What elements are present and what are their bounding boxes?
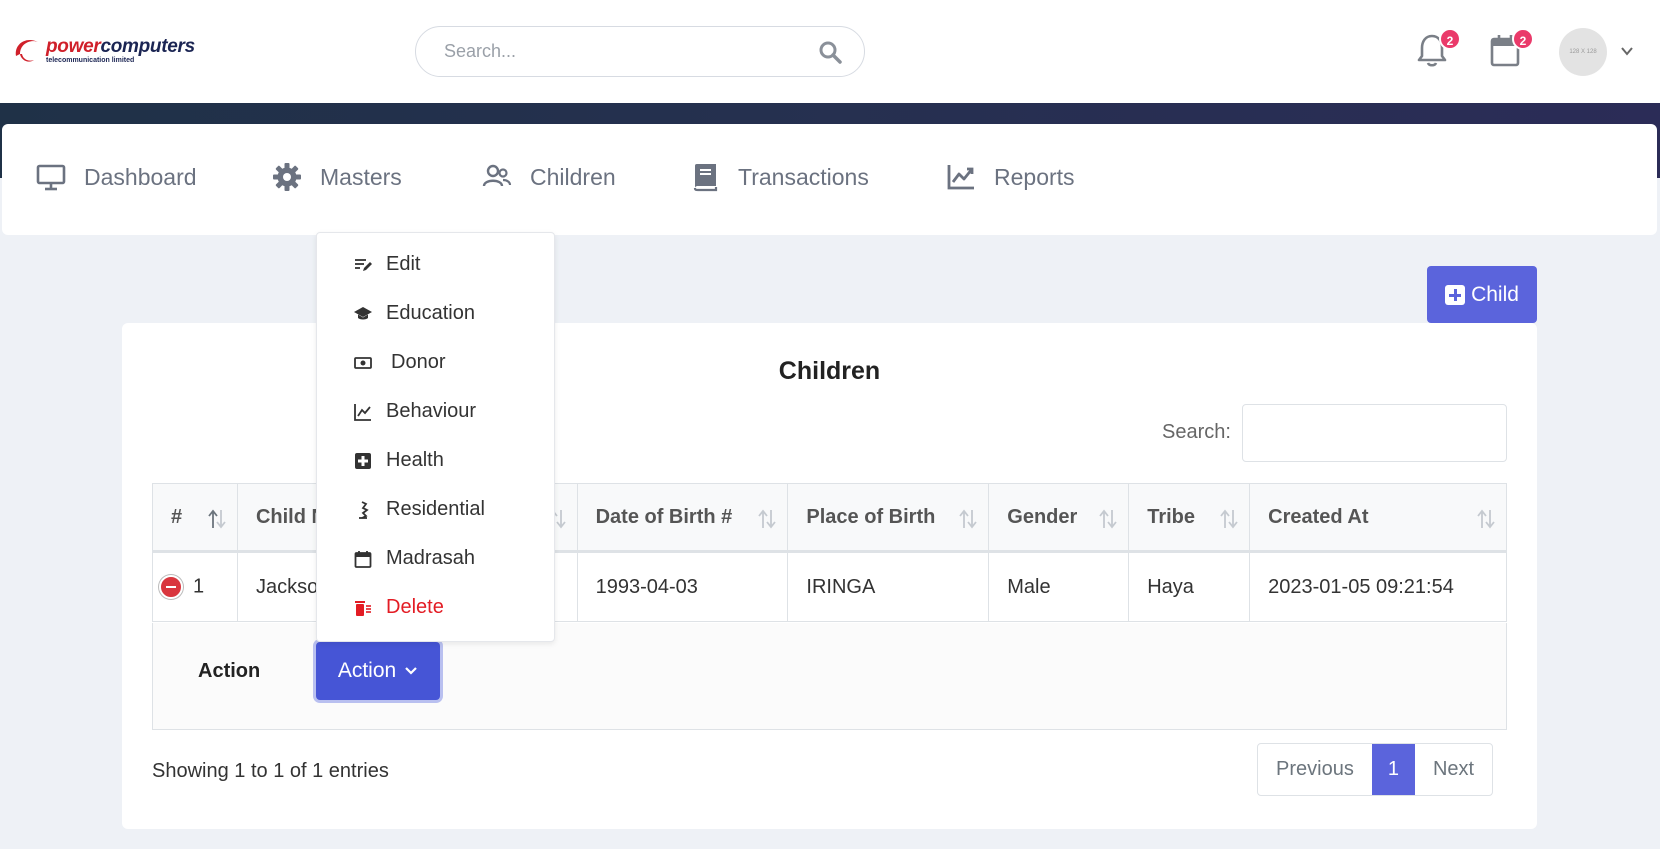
logo-tagline: telecommunication limited	[46, 56, 135, 64]
main-nav: Dashboard Masters Children Transactions …	[2, 124, 1657, 235]
cell-created-at: 2023-01-05 09:21:54	[1249, 551, 1507, 622]
action-dropdown-menu: Edit Education Donor Behaviour Health Re…	[316, 232, 555, 642]
plus-square-icon	[1445, 284, 1466, 305]
nav-item-masters[interactable]: Masters	[272, 162, 402, 192]
sort-icon	[959, 509, 977, 529]
col-header-label: Place of Birth	[806, 505, 936, 528]
menu-item-residential[interactable]: Residential	[354, 498, 485, 521]
menu-item-label: Residential	[386, 498, 485, 520]
notifications-badge: 2	[1439, 28, 1461, 50]
monitor-icon	[36, 164, 66, 191]
nav-label: Dashboard	[84, 163, 197, 190]
search-icon[interactable]	[818, 40, 842, 64]
sort-icon	[758, 509, 777, 529]
edit-icon	[355, 258, 372, 271]
col-header-dob[interactable]: Date of Birth #	[576, 483, 789, 553]
menu-item-health[interactable]: Health	[354, 449, 444, 472]
notifications-button[interactable]: 2	[1415, 28, 1461, 68]
gear-icon	[273, 163, 301, 191]
sort-icon	[208, 509, 226, 529]
sort-icon	[1477, 509, 1495, 529]
logo-swirl-icon	[15, 39, 38, 62]
action-label: Action	[198, 660, 261, 682]
nav-label: Transactions	[738, 163, 869, 190]
col-header-tribe[interactable]: Tribe	[1128, 483, 1251, 553]
menu-item-label: Education	[386, 302, 475, 324]
menu-item-label: Behaviour	[386, 400, 477, 422]
col-header-created-at[interactable]: Created At	[1249, 483, 1507, 553]
menu-item-label: Edit	[386, 253, 421, 275]
col-header-place-of-birth[interactable]: Place of Birth	[787, 483, 990, 553]
logo-brand-part2: computers	[100, 35, 195, 57]
nav-item-dashboard[interactable]: Dashboard	[36, 162, 197, 192]
action-dropdown-button[interactable]: Action	[316, 642, 440, 700]
menu-item-madrasah[interactable]: Madrasah	[354, 547, 475, 570]
menu-item-education[interactable]: Education	[354, 302, 475, 325]
table-search-label: Search:	[1162, 421, 1231, 443]
cell-index: 1	[152, 551, 238, 622]
book-icon	[693, 164, 718, 192]
global-search-input[interactable]	[444, 27, 804, 76]
building-icon	[359, 500, 369, 519]
col-header-gender[interactable]: Gender	[988, 483, 1130, 553]
nav-label: Reports	[994, 163, 1075, 190]
user-avatar[interactable]: 128 X 128	[1559, 28, 1607, 76]
menu-item-label: Donor	[391, 351, 446, 373]
cell-gender: Male	[988, 551, 1130, 622]
medical-plus-icon	[355, 452, 371, 469]
top-header: powercomputers telecommunication limited…	[0, 0, 1660, 103]
chevron-down-icon[interactable]	[1620, 44, 1634, 58]
col-header-label: Created At	[1268, 505, 1369, 528]
menu-item-label: Madrasah	[386, 547, 475, 569]
nav-label: Masters	[320, 163, 402, 190]
trash-icon	[355, 600, 371, 616]
chart-line-icon	[947, 165, 974, 190]
calendar-button[interactable]: 2	[1488, 28, 1534, 68]
chevron-down-icon	[405, 667, 417, 675]
pagination-page-1[interactable]: 1	[1371, 744, 1415, 795]
menu-item-delete[interactable]: Delete	[354, 596, 444, 619]
pagination: Previous 1 Next	[1257, 743, 1494, 796]
company-logo[interactable]: powercomputers telecommunication limited	[12, 34, 195, 66]
table-info: Showing 1 to 1 of 1 entries	[152, 760, 389, 782]
pagination-next[interactable]: Next	[1415, 744, 1492, 795]
cell-tribe: Haya	[1128, 551, 1251, 622]
calendar-badge: 2	[1512, 28, 1534, 50]
menu-item-label: Health	[386, 449, 444, 471]
add-child-label: Child	[1471, 282, 1519, 306]
chart-line-icon	[354, 403, 371, 421]
cell-text: 1	[193, 575, 205, 598]
nav-label: Children	[530, 163, 616, 190]
col-header-label: Tribe	[1147, 505, 1195, 528]
money-icon	[354, 356, 372, 369]
nav-item-children[interactable]: Children	[482, 162, 616, 192]
add-child-button[interactable]: Child	[1427, 266, 1537, 323]
cell-place-of-birth: IRINGA	[787, 551, 990, 622]
nav-item-transactions[interactable]: Transactions	[690, 162, 869, 192]
col-header-label: #	[171, 505, 183, 528]
global-search	[415, 26, 865, 77]
col-header-label: Date of Birth #	[595, 505, 733, 528]
sort-icon	[1099, 509, 1117, 529]
col-header-index[interactable]: #	[152, 483, 238, 553]
nav-item-reports[interactable]: Reports	[946, 162, 1075, 192]
table-search-input[interactable]	[1242, 404, 1507, 462]
collapse-row-icon[interactable]	[159, 575, 183, 599]
graduation-cap-icon	[354, 306, 372, 319]
menu-item-label: Delete	[386, 596, 444, 618]
calendar-icon	[354, 550, 372, 568]
sort-icon	[1220, 509, 1238, 529]
users-icon	[482, 164, 512, 187]
menu-item-donor[interactable]: Donor	[354, 351, 445, 374]
menu-item-edit[interactable]: Edit	[354, 253, 420, 276]
action-button-label: Action	[337, 659, 397, 682]
pagination-previous[interactable]: Previous	[1258, 744, 1372, 795]
col-header-label: Gender	[1007, 505, 1078, 528]
cell-dob: 1993-04-03	[576, 551, 789, 622]
logo-brand-part1: power	[46, 35, 101, 57]
menu-item-behaviour[interactable]: Behaviour	[354, 400, 476, 423]
